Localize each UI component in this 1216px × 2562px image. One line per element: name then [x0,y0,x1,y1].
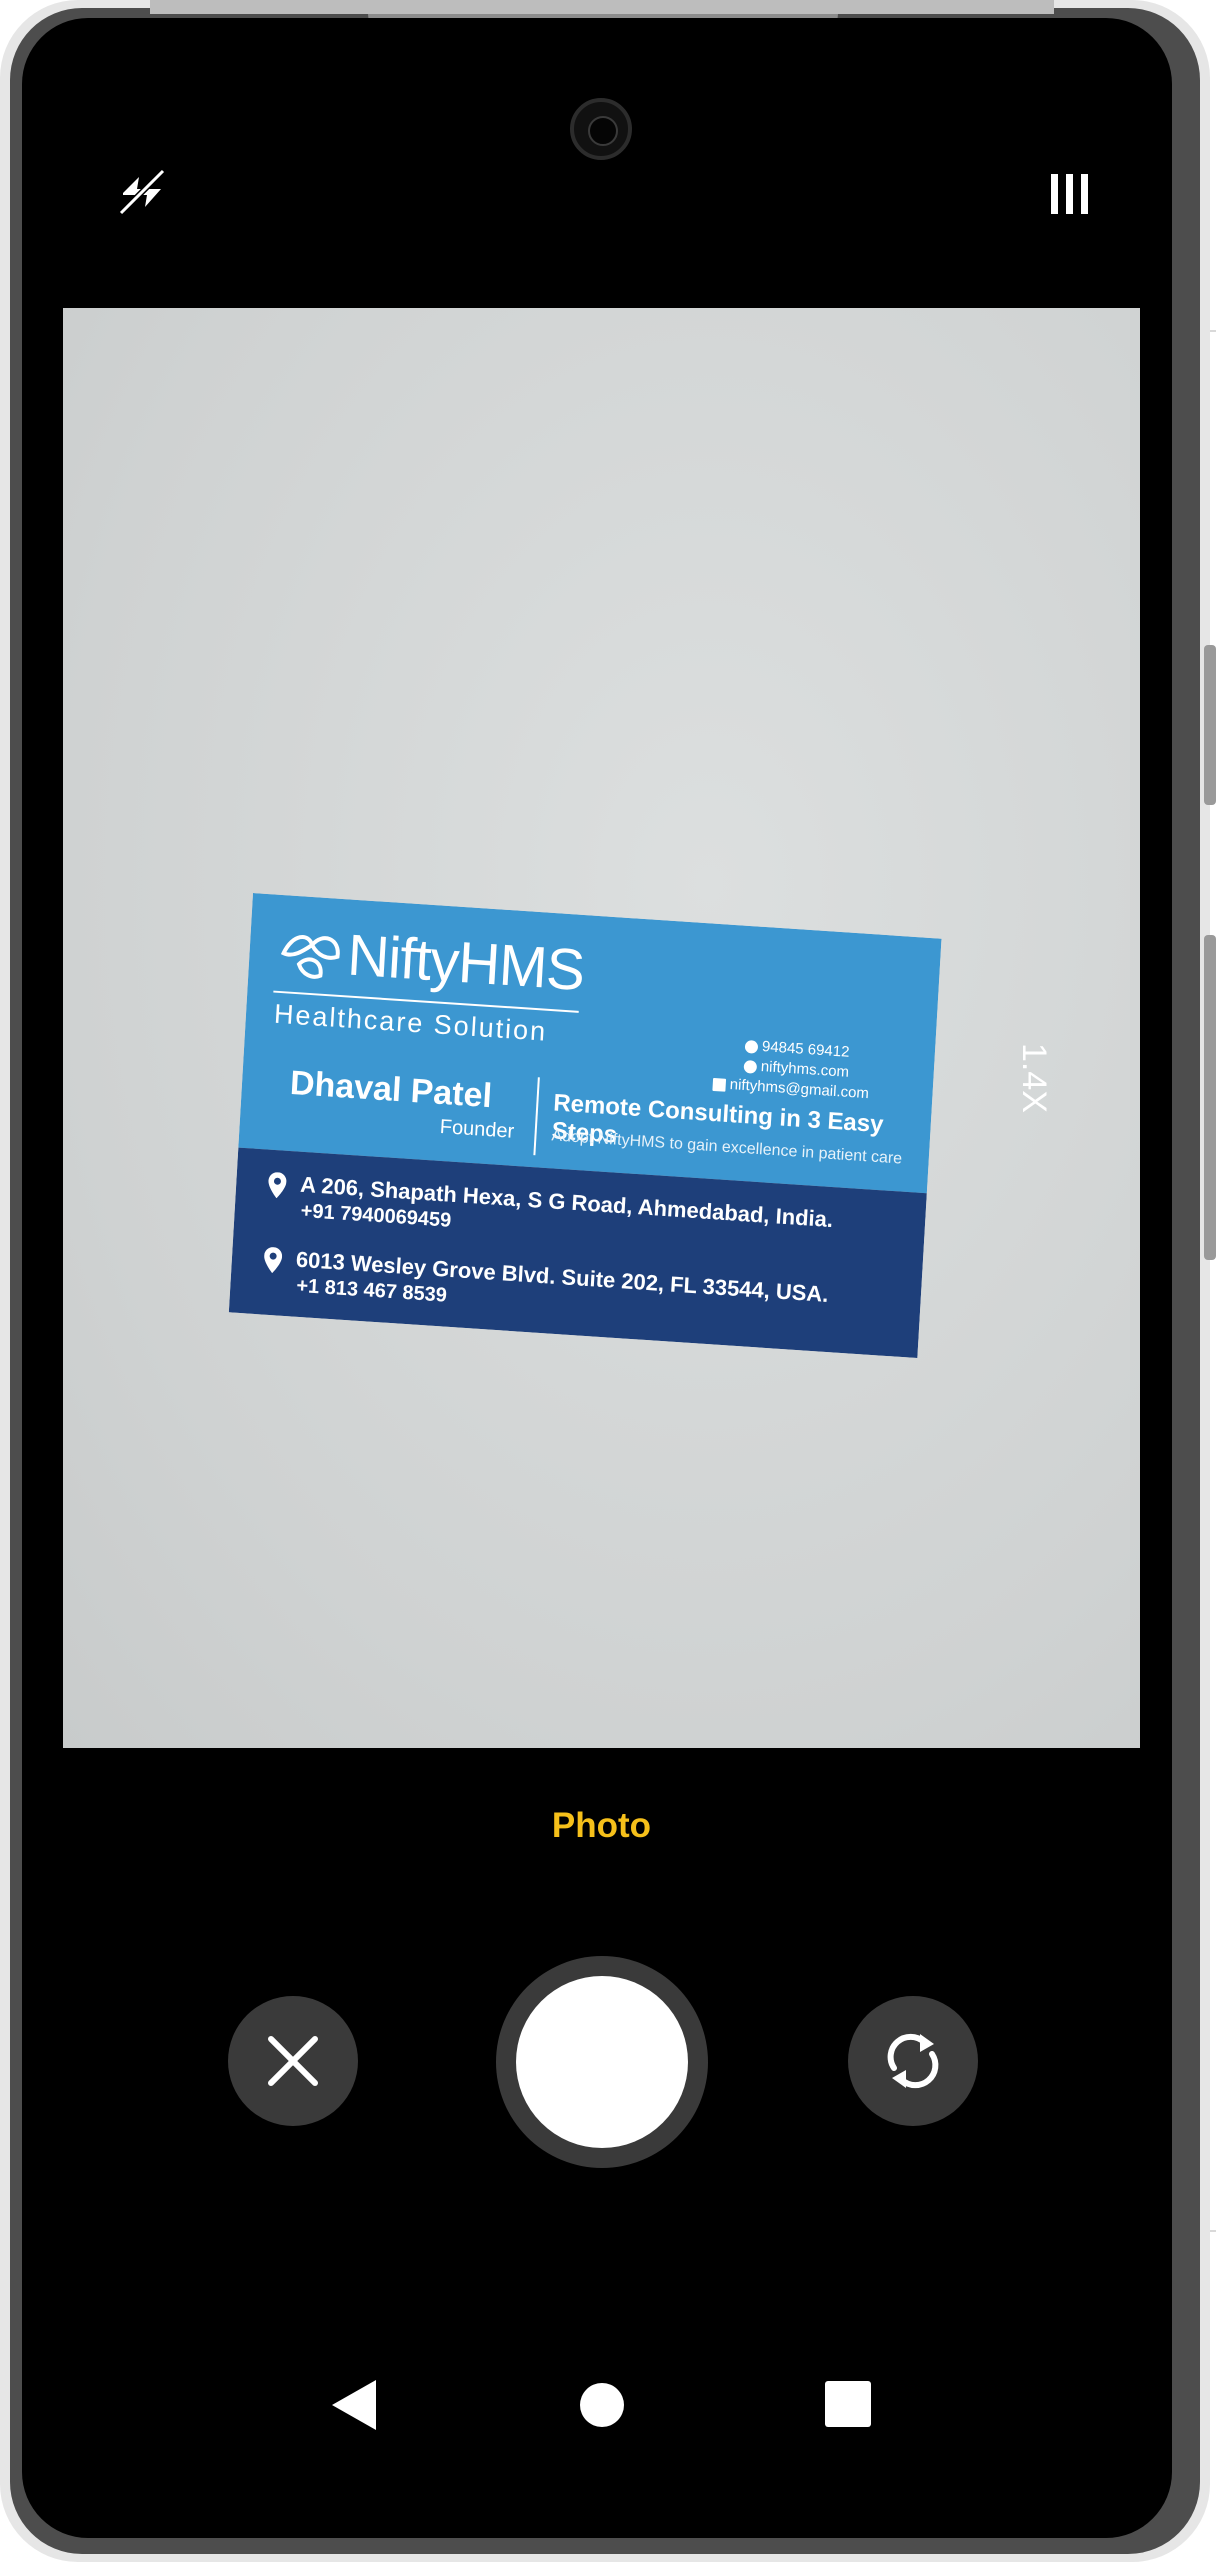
camera-screen: NiftyHMS Healthcare Solution 94845 69412… [63,28,1140,2467]
business-card: NiftyHMS Healthcare Solution 94845 69412… [228,893,942,1359]
nav-back-icon[interactable] [330,2378,380,2432]
card-person-role: Founder [439,1115,515,1143]
shutter-button-inner [516,1976,688,2148]
front-camera-lens [570,98,632,160]
grid-icon[interactable] [1043,168,1097,222]
leaf-logo-icon [280,935,340,979]
volume-button [1204,645,1216,805]
flash-off-icon[interactable] [113,163,171,221]
device-top-edge [150,0,1054,14]
nav-recents-icon[interactable] [825,2381,871,2427]
nav-home-icon[interactable] [580,2383,624,2427]
location-pin-icon [268,1172,287,1199]
shutter-button[interactable] [496,1956,708,2168]
cancel-button[interactable] [228,1996,358,2126]
phone-icon [744,1039,759,1054]
location-pin-icon [264,1247,283,1274]
zoom-level-indicator[interactable]: 1.4X [1014,1043,1053,1113]
camera-mode-photo[interactable]: Photo [63,1806,1140,1846]
mail-icon [712,1077,727,1092]
switch-camera-icon [887,2033,939,2089]
close-icon [268,2036,318,2086]
card-contacts: 94845 69412 niftyhms.com niftyhms@gmail.… [712,1036,872,1104]
power-button [1204,935,1216,1260]
switch-camera-button[interactable] [848,1996,978,2126]
globe-icon [743,1059,758,1074]
camera-viewfinder[interactable]: NiftyHMS Healthcare Solution 94845 69412… [63,308,1140,1748]
